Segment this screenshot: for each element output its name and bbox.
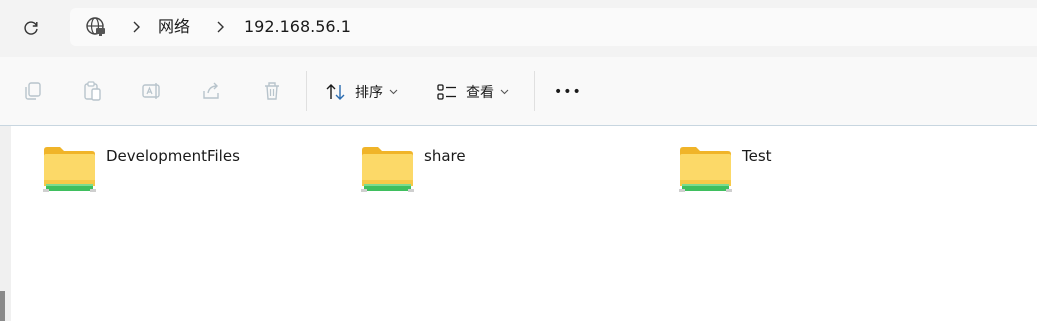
chevron-right-icon[interactable] [130, 19, 142, 35]
network-folder-icon [361, 147, 414, 192]
breadcrumb-network[interactable]: 网络 [158, 16, 190, 38]
address-bar[interactable]: 网络 192.168.56.1 [70, 8, 1037, 46]
delete-button[interactable] [260, 79, 284, 103]
command-bar: 排序 查看 ••• [0, 57, 1037, 126]
copy-icon [25, 82, 41, 100]
breadcrumb-host[interactable]: 192.168.56.1 [244, 16, 351, 38]
item-name: DevelopmentFiles [106, 147, 240, 165]
sort-arrows-icon [326, 84, 345, 100]
rename-button[interactable] [140, 79, 164, 103]
scrollbar-thumb[interactable] [0, 291, 5, 321]
chevron-down-icon [389, 89, 398, 95]
refresh-button[interactable] [16, 14, 46, 42]
list-item[interactable]: share [360, 142, 590, 198]
chevron-right-icon[interactable] [214, 19, 226, 35]
view-list-icon [437, 84, 456, 100]
item-name: Test [742, 147, 772, 165]
address-row: 网络 192.168.56.1 [0, 0, 1037, 57]
chevron-down-icon [500, 89, 509, 95]
sort-button[interactable]: 排序 [325, 77, 398, 107]
copy-button[interactable] [21, 79, 45, 103]
network-folder-icon [43, 147, 96, 192]
sort-label: 排序 [355, 85, 383, 101]
more-options-button[interactable]: ••• [554, 77, 582, 107]
share-button[interactable] [200, 79, 224, 103]
refresh-icon [24, 21, 38, 35]
paste-button[interactable] [80, 79, 104, 103]
view-button[interactable]: 查看 [436, 77, 509, 107]
item-name: share [424, 147, 466, 165]
file-list: DevelopmentFiles share Test [0, 126, 1037, 321]
list-item[interactable]: DevelopmentFiles [42, 142, 272, 198]
list-item[interactable]: Test [678, 142, 908, 198]
toolbar-divider [306, 71, 307, 111]
network-folder-icon [679, 147, 732, 192]
paste-icon [84, 81, 101, 101]
share-icon [203, 82, 219, 99]
toolbar-divider [534, 71, 535, 111]
view-label: 查看 [466, 85, 494, 101]
more-options-icon: ••• [554, 84, 582, 100]
delete-icon [265, 82, 279, 100]
file-explorer-window: 网络 192.168.56.1 排序 查看 ••• DevelopmentFil… [0, 0, 1037, 321]
rename-icon [142, 83, 160, 99]
network-globe-icon [86, 17, 105, 36]
